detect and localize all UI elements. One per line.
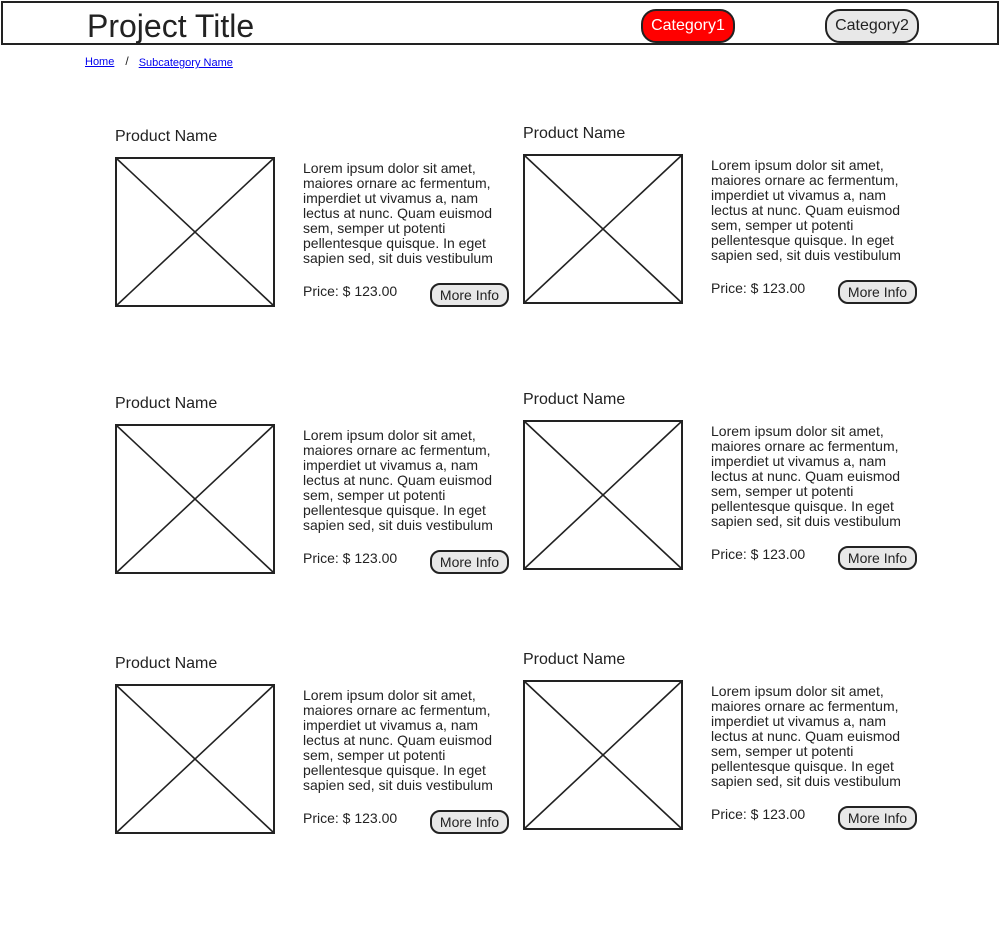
breadcrumb-separator: /	[125, 54, 129, 68]
product-card: Product Name Lorem ipsum dolor sit amet,…	[523, 390, 923, 590]
product-card: Product Name Lorem ipsum dolor sit amet,…	[115, 394, 515, 594]
product-description: Lorem ipsum dolor sit amet, maiores orna…	[303, 428, 493, 533]
more-info-button[interactable]: More Info	[430, 283, 509, 307]
product-name: Product Name	[523, 391, 626, 408]
product-card: Product Name Lorem ipsum dolor sit amet,…	[523, 650, 923, 850]
breadcrumb: Home / Subcategory Name	[85, 54, 233, 69]
product-card: Product Name Lorem ipsum dolor sit amet,…	[115, 127, 515, 327]
image-placeholder-icon	[115, 424, 275, 574]
more-info-button[interactable]: More Info	[838, 280, 917, 304]
product-description: Lorem ipsum dolor sit amet, maiores orna…	[711, 424, 901, 529]
product-description: Lorem ipsum dolor sit amet, maiores orna…	[303, 161, 493, 266]
product-description: Lorem ipsum dolor sit amet, maiores orna…	[711, 158, 901, 263]
image-placeholder-icon	[523, 680, 683, 830]
more-info-button[interactable]: More Info	[838, 546, 917, 570]
product-description: Lorem ipsum dolor sit amet, maiores orna…	[711, 684, 901, 789]
more-info-button[interactable]: More Info	[430, 810, 509, 834]
header-bar: Project Title Category1 Category2	[1, 1, 999, 45]
product-name: Product Name	[115, 128, 218, 145]
product-price: Price: $ 123.00	[303, 283, 398, 299]
page-title: Project Title	[87, 8, 255, 44]
nav-category1-button[interactable]: Category1	[641, 9, 735, 43]
product-name: Product Name	[115, 655, 218, 672]
image-placeholder-icon	[115, 684, 275, 834]
image-placeholder-icon	[523, 420, 683, 570]
product-name: Product Name	[115, 395, 218, 412]
nav-category2-button[interactable]: Category2	[825, 9, 919, 43]
product-price: Price: $ 123.00	[303, 550, 398, 566]
breadcrumb-subcategory-link[interactable]: Subcategory Name	[139, 57, 233, 69]
product-description: Lorem ipsum dolor sit amet, maiores orna…	[303, 688, 493, 793]
product-card: Product Name Lorem ipsum dolor sit amet,…	[115, 654, 515, 854]
product-price: Price: $ 123.00	[711, 546, 806, 562]
breadcrumb-home-link[interactable]: Home	[85, 56, 114, 68]
product-name: Product Name	[523, 651, 626, 668]
image-placeholder-icon	[523, 154, 683, 304]
more-info-button[interactable]: More Info	[430, 550, 509, 574]
image-placeholder-icon	[115, 157, 275, 307]
product-card: Product Name Lorem ipsum dolor sit amet,…	[523, 124, 923, 324]
product-price: Price: $ 123.00	[303, 810, 398, 826]
product-price: Price: $ 123.00	[711, 806, 806, 822]
more-info-button[interactable]: More Info	[838, 806, 917, 830]
product-name: Product Name	[523, 125, 626, 142]
product-price: Price: $ 123.00	[711, 280, 806, 296]
